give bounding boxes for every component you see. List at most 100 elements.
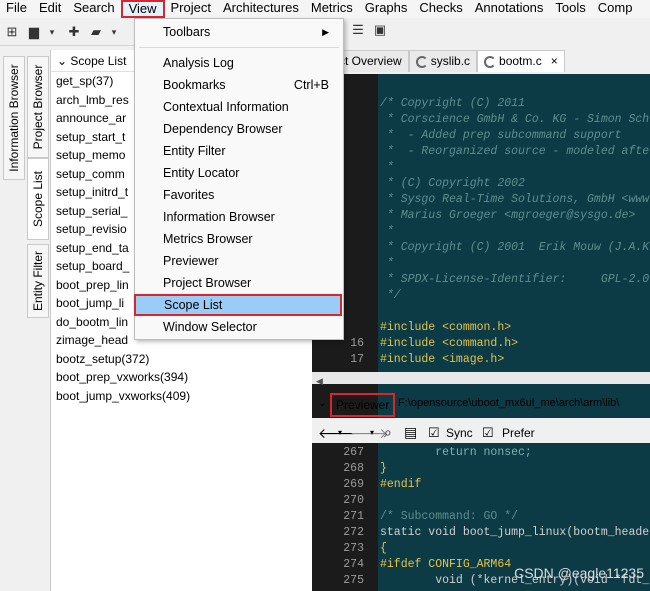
menu-item-scope-list[interactable]: Scope List xyxy=(134,294,342,316)
layout-window-icon[interactable]: ▣ xyxy=(372,22,388,38)
tab-syslib[interactable]: syslib.c xyxy=(408,50,478,72)
line-number: 274 xyxy=(343,558,364,571)
menu-architectures[interactable]: Architectures xyxy=(217,0,305,18)
code-line: return nonsec; xyxy=(380,446,532,459)
menu-item-entity-locator[interactable]: Entity Locator xyxy=(135,162,343,184)
code-line: * Marius Groeger <mgroeger@sysgo.de> xyxy=(380,209,636,222)
new-project-icon[interactable]: ⊞ xyxy=(4,24,20,40)
line-number: 268 xyxy=(343,462,364,475)
menu-project[interactable]: Project xyxy=(165,0,217,18)
code-line: /* Copyright (C) 2011 xyxy=(380,97,525,110)
menu-metrics[interactable]: Metrics xyxy=(305,0,359,18)
view-menu-dropdown: Toolbars ▶ Analysis Log Bookmarks Ctrl+B C… xyxy=(134,18,344,340)
layout-split-icon[interactable]: ☰ xyxy=(350,22,366,38)
menu-item-previewer[interactable]: Previewer xyxy=(135,250,343,272)
code-line: { xyxy=(380,542,387,555)
chevron-right-icon: ▶ xyxy=(322,27,329,37)
menu-item-information-browser[interactable]: Information Browser xyxy=(135,206,343,228)
prefer-checkbox[interactable]: ☑ xyxy=(482,425,494,441)
code-line: * xyxy=(380,257,394,270)
menu-checks[interactable]: Checks xyxy=(413,0,468,18)
c-file-icon xyxy=(415,55,428,68)
chevron-down-icon[interactable]: ▾ xyxy=(44,24,60,40)
file-tab-bar: roject Overview syslib.c bootm.c × xyxy=(312,50,650,72)
sync-label: Sync xyxy=(446,426,473,440)
tab-project-browser[interactable]: Project Browser xyxy=(27,56,49,158)
code-line: } xyxy=(380,462,387,475)
new-file-icon[interactable]: ✚ xyxy=(66,24,82,40)
code-line: /* Subcommand: GO */ xyxy=(380,510,519,523)
scope-list-item[interactable]: boot_prep_vxworks(394) xyxy=(51,368,312,387)
code-line: * Corscience GmbH & Co. KG - Simon Sch xyxy=(380,113,650,126)
prefer-label: Prefer xyxy=(502,426,535,440)
document-icon[interactable]: ▤ xyxy=(404,424,417,441)
menu-item-analysis-log[interactable]: Analysis Log xyxy=(135,52,343,74)
menubar: File Edit Search View Project Architectu… xyxy=(0,0,650,18)
code-line: #include <image.h> xyxy=(380,353,505,366)
scope-list-item[interactable]: bootz_setup(372) xyxy=(51,350,312,369)
sync-checkbox[interactable]: ☑ xyxy=(428,425,440,441)
menu-item-entity-filter[interactable]: Entity Filter xyxy=(135,140,343,162)
tab-bootm[interactable]: bootm.c × xyxy=(477,50,565,72)
previewer-header: ⌄ Previewer F:\opensource\uboot_mx6ul_me… xyxy=(312,392,650,418)
code-line: * xyxy=(380,225,394,238)
menu-item-toolbars[interactable]: Toolbars ▶ xyxy=(135,21,343,43)
scroll-left-icon[interactable]: ◀ xyxy=(312,376,323,386)
menu-item-window-selector[interactable]: Window Selector xyxy=(135,316,343,338)
search-icon[interactable]: ⌕ xyxy=(384,424,392,441)
editor-pane: roject Overview syslib.c bootm.c × /* Cop… xyxy=(312,46,650,591)
menu-edit[interactable]: Edit xyxy=(33,0,67,18)
code-line: static void boot_jump_linux(bootm_heade xyxy=(380,526,650,539)
line-number: 275 xyxy=(343,574,364,587)
c-file-icon xyxy=(484,55,497,68)
shortcut-label: Ctrl+B xyxy=(293,78,329,92)
code-line: * - Reorganized source - modeled afte xyxy=(380,145,650,158)
close-icon[interactable]: × xyxy=(551,51,558,72)
open-folder-icon[interactable]: ▰ xyxy=(88,24,104,40)
code-line: #ifdef CONFIG_ARM64 xyxy=(380,558,512,571)
chevron-down-icon[interactable]: ⌄ xyxy=(57,54,70,68)
code-line: * Copyright (C) 2001 Erik Mouw (J.A.K xyxy=(380,241,650,254)
menu-annotations[interactable]: Annotations xyxy=(469,0,550,18)
menu-item-metrics-browser[interactable]: Metrics Browser xyxy=(135,228,343,250)
menu-file[interactable]: File xyxy=(0,0,33,18)
code-line: */ xyxy=(380,289,401,302)
line-number: 267 xyxy=(343,446,364,459)
menu-item-dependency-browser[interactable]: Dependency Browser xyxy=(135,118,343,140)
code-editor[interactable]: /* Copyright (C) 2011 * Corscience GmbH … xyxy=(312,74,650,418)
chevron-down-icon[interactable]: ▾ xyxy=(106,24,122,40)
chevron-down-icon[interactable]: ▾ xyxy=(338,428,342,437)
line-number: 270 xyxy=(343,494,364,507)
menu-item-contextual-information[interactable]: Contextual Information xyxy=(135,96,343,118)
code-line: * Sysgo Real-Time Solutions, GmbH <www xyxy=(380,193,650,206)
code-line: * SPDX-License-Identifier: GPL-2.0 xyxy=(380,273,650,286)
scope-list-item[interactable]: boot_jump_vxworks(409) xyxy=(51,387,312,406)
horizontal-scrollbar[interactable]: ◀ xyxy=(312,372,650,386)
previewer-title: Previewer xyxy=(330,393,396,417)
code-line: #include <command.h> xyxy=(380,337,519,350)
menu-separator xyxy=(139,47,339,48)
code-line: * - Added prep subcommand support xyxy=(380,129,622,142)
chevron-down-icon[interactable]: ▾ xyxy=(370,428,374,437)
menu-search[interactable]: Search xyxy=(67,0,120,18)
line-number: 17 xyxy=(350,353,364,366)
code-line: #endif xyxy=(380,478,422,491)
menu-item-project-browser[interactable]: Project Browser xyxy=(135,272,343,294)
menu-item-favorites[interactable]: Favorites xyxy=(135,184,343,206)
menu-view[interactable]: View xyxy=(120,0,165,18)
menu-tools[interactable]: Tools xyxy=(549,0,591,18)
menu-item-bookmarks[interactable]: Bookmarks Ctrl+B xyxy=(135,74,343,96)
open-book-icon[interactable]: ▆ xyxy=(26,24,42,40)
code-line: * (C) Copyright 2002 xyxy=(380,177,525,190)
menu-graphs[interactable]: Graphs xyxy=(359,0,414,18)
tab-entity-filter[interactable]: Entity Filter xyxy=(27,244,49,318)
previewer-path: F:\opensource\uboot_mx6ul_me\arch\arm\li… xyxy=(398,397,620,409)
menu-comp[interactable]: Comp xyxy=(592,0,639,18)
forward-arrow-icon[interactable]: 🡒 xyxy=(350,425,388,442)
chevron-down-icon[interactable]: ⌄ xyxy=(318,398,326,409)
tab-scope-list[interactable]: Scope List xyxy=(27,158,49,240)
line-number: 269 xyxy=(343,478,364,491)
tab-information-browser[interactable]: Information Browser xyxy=(3,56,25,180)
side-tab-bar: Information Browser Project Browser Scop… xyxy=(0,50,50,591)
line-number: 273 xyxy=(343,542,364,555)
